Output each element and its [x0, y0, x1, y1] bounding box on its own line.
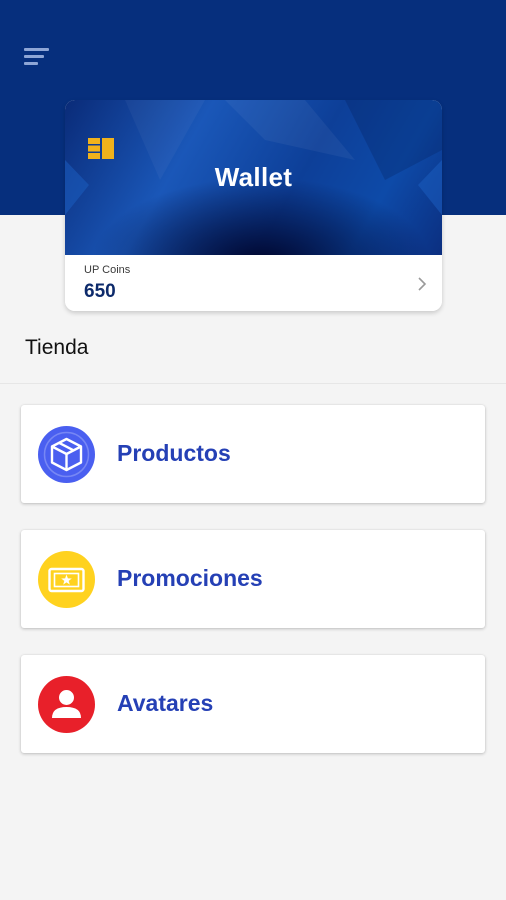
- card-chip-icon: [88, 138, 114, 159]
- menu-item-productos[interactable]: Productos: [21, 405, 485, 503]
- wallet-card-footer: UP Coins 650: [65, 255, 442, 311]
- user-icon: [38, 676, 95, 733]
- wallet-card-art: Wallet: [65, 100, 442, 255]
- menu-item-avatares[interactable]: Avatares: [21, 655, 485, 753]
- menu-item-label: Promociones: [117, 565, 263, 591]
- chevron-right-icon[interactable]: [416, 277, 428, 291]
- menu-item-label: Productos: [117, 440, 231, 466]
- wallet-card[interactable]: Wallet UP Coins 650: [65, 100, 442, 311]
- menu-item-label: Avatares: [117, 690, 214, 716]
- menu-item-promociones[interactable]: Promociones: [21, 530, 485, 628]
- coins-label: UP Coins: [84, 264, 131, 276]
- wallet-title: Wallet: [214, 162, 293, 192]
- ticket-star-icon: [38, 551, 95, 608]
- coins-balance: 650: [84, 281, 116, 302]
- divider: [0, 383, 506, 384]
- section-title: Tienda: [25, 336, 89, 359]
- box-icon: [38, 426, 95, 483]
- hamburger-menu-icon[interactable]: [22, 46, 52, 68]
